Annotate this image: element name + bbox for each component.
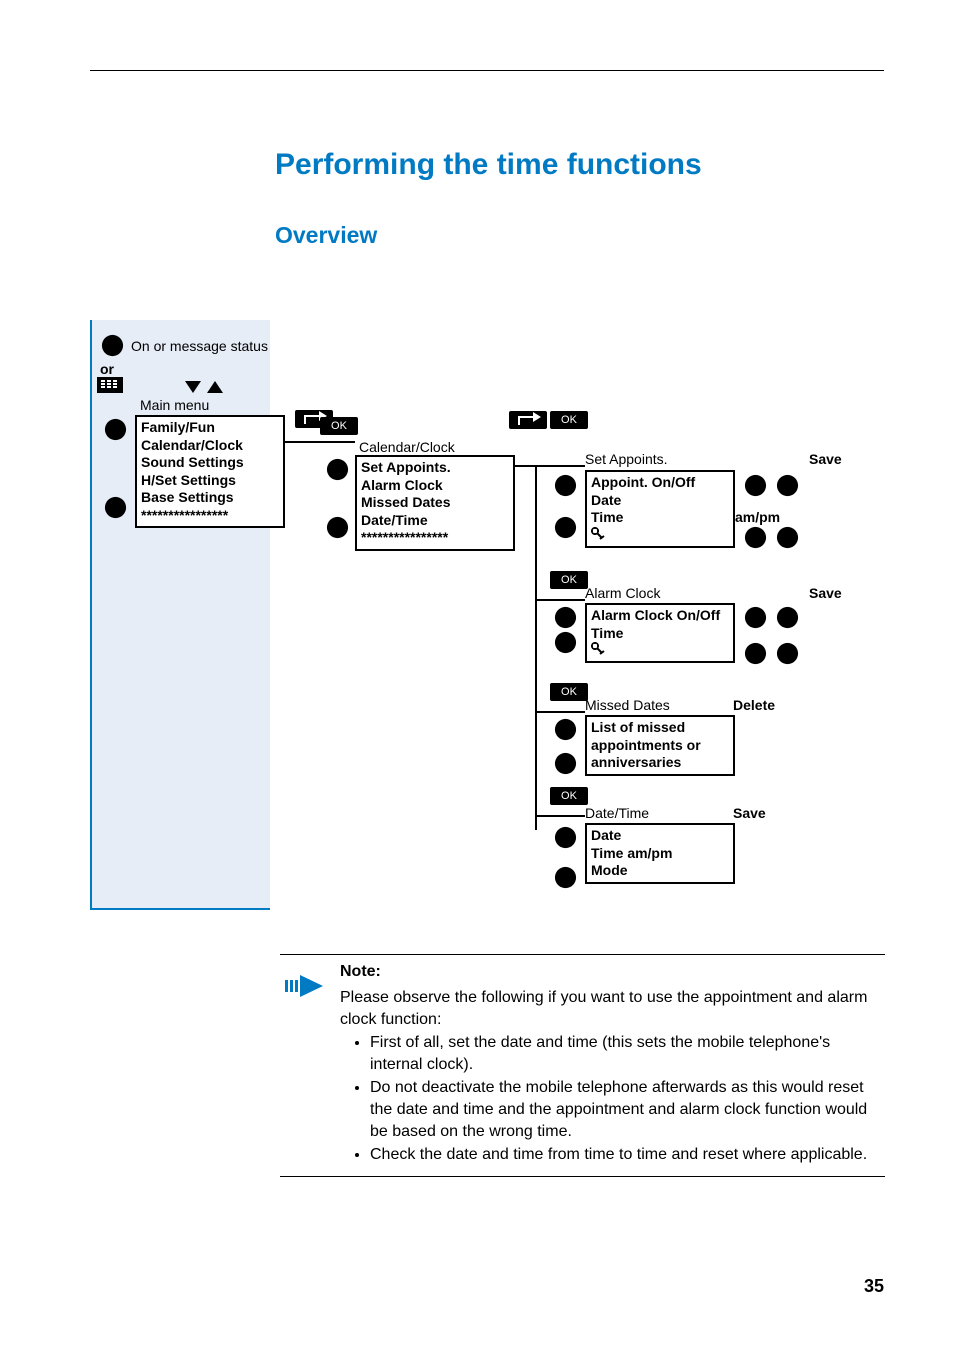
nav-icon — [743, 605, 768, 630]
ok-key: OK — [320, 417, 358, 435]
menu-item: Set Appoints. — [361, 459, 509, 477]
nav-icon — [553, 751, 578, 776]
ok-key: OK — [550, 571, 588, 589]
ok-key: OK — [550, 411, 588, 429]
up-arrow-icon — [207, 381, 223, 399]
nav-icon — [553, 515, 578, 540]
nav-icon — [775, 605, 800, 630]
menu-item: Mode — [591, 862, 729, 880]
datetime-box: Date Time am/pm Mode — [585, 823, 735, 884]
back-key-icon — [509, 411, 547, 429]
nav-icon — [775, 641, 800, 666]
note-bullet: Do not deactivate the mobile telephone a… — [370, 1077, 885, 1142]
main-menu-box: Family/Fun Calendar/Clock Sound Settings… — [135, 415, 285, 528]
note-intro: Please observe the following if you want… — [340, 987, 885, 1030]
note-bullet: Check the date and time from time to tim… — [370, 1144, 885, 1166]
menu-item: Time — [591, 625, 729, 643]
page-number: 35 — [864, 1276, 884, 1297]
menu-item: List of missed appointments or anniversa… — [591, 719, 729, 772]
nav-icon — [775, 473, 800, 498]
nav-icon — [103, 417, 128, 442]
page-top-rule — [90, 70, 884, 71]
alarm-clock-box: Alarm Clock On/Off Time — [585, 603, 735, 663]
menu-item: Time — [591, 509, 729, 527]
note-label: Note: — [340, 963, 885, 981]
menu-item: **************** — [361, 529, 509, 547]
nav-icon — [553, 630, 578, 655]
missed-dates-box: List of missed appointments or anniversa… — [585, 715, 735, 776]
menu-item: Missed Dates — [361, 494, 509, 512]
nav-icon — [743, 525, 768, 550]
delete-label: Delete — [733, 697, 775, 713]
ampm-label: am/pm — [735, 509, 780, 525]
menu-item: Date — [591, 827, 729, 845]
menu-item: Family/Fun — [141, 419, 279, 437]
nav-icon — [775, 525, 800, 550]
menu-item: **************** — [141, 507, 279, 525]
calendar-clock-title: Calendar/Clock — [359, 439, 455, 455]
menu-key-icon — [97, 377, 123, 393]
ok-key: OK — [550, 683, 588, 701]
alarm-clock-title: Alarm Clock — [585, 585, 660, 601]
datetime-title: Date/Time — [585, 805, 649, 821]
menu-item: Calendar/Clock — [141, 437, 279, 455]
menu-item: Base Settings — [141, 489, 279, 507]
alarm-bell-icon — [591, 527, 729, 546]
overview-diagram: On or message status or Main menu Family… — [95, 325, 865, 905]
note-bullet: First of all, set the date and time (thi… — [370, 1032, 885, 1075]
or-label: or — [100, 361, 114, 377]
calendar-clock-box: Set Appoints. Alarm Clock Missed Dates D… — [355, 455, 515, 551]
ok-key: OK — [550, 787, 588, 805]
nav-icon — [743, 473, 768, 498]
main-menu-label: Main menu — [140, 397, 209, 413]
nav-icon — [553, 473, 578, 498]
heading-overview: Overview — [275, 222, 377, 249]
nav-icon — [553, 865, 578, 890]
status-text: On or message status — [131, 338, 268, 354]
nav-icon — [553, 605, 578, 630]
heading-main: Performing the time functions — [275, 148, 702, 182]
save-label: Save — [809, 451, 842, 467]
nav-icon — [553, 717, 578, 742]
nav-icon — [325, 457, 350, 482]
menu-item: Alarm Clock — [361, 477, 509, 495]
menu-item: Sound Settings — [141, 454, 279, 472]
menu-item: H/Set Settings — [141, 472, 279, 490]
save-label: Save — [733, 805, 766, 821]
note-block: Note: Please observe the following if yo… — [280, 954, 885, 1177]
set-appoints-title: Set Appoints. — [585, 451, 668, 467]
missed-dates-title: Missed Dates — [585, 697, 670, 713]
nav-icon — [100, 333, 125, 358]
save-label: Save — [809, 585, 842, 601]
menu-item: Time am/pm — [591, 845, 729, 863]
menu-item: Date — [591, 492, 729, 510]
nav-icon — [553, 825, 578, 850]
nav-icon — [325, 515, 350, 540]
nav-icon — [103, 495, 128, 520]
alarm-bell-icon — [591, 642, 729, 661]
menu-item: Date/Time — [361, 512, 509, 530]
set-appoints-box: Appoint. On/Off Date Time — [585, 470, 735, 548]
menu-item: Alarm Clock On/Off — [591, 607, 729, 625]
nav-icon — [743, 641, 768, 666]
menu-item: Appoint. On/Off — [591, 474, 729, 492]
